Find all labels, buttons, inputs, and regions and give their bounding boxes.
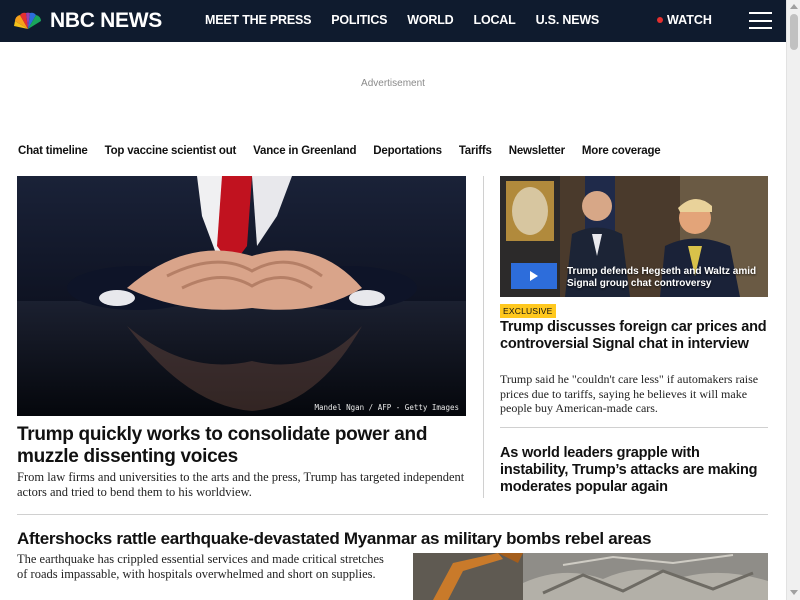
myanmar-description: The earthquake has crippled essential se… bbox=[17, 552, 384, 581]
hamburger-menu-icon[interactable] bbox=[749, 12, 772, 29]
nav-us-news[interactable]: U.S. NEWS bbox=[536, 13, 600, 27]
lead-description: From law firms and universities to the a… bbox=[17, 470, 465, 499]
image-credit: Mandel Ngan / AFP - Getty Images bbox=[314, 403, 460, 412]
column-divider bbox=[483, 176, 484, 498]
nav-politics[interactable]: POLITICS bbox=[331, 13, 387, 27]
right-story-2-headline[interactable]: As world leaders grapple with instabilit… bbox=[500, 445, 768, 496]
watch-link[interactable]: WATCH bbox=[657, 13, 712, 27]
play-button[interactable] bbox=[511, 263, 557, 289]
menu-line bbox=[749, 19, 772, 22]
nav-world[interactable]: WORLD bbox=[407, 13, 453, 27]
topic-tariffs[interactable]: Tariffs bbox=[459, 145, 492, 157]
topic-deportations[interactable]: Deportations bbox=[373, 145, 442, 157]
play-icon bbox=[530, 271, 538, 281]
topic-vance-greenland[interactable]: Vance in Greenland bbox=[253, 145, 356, 157]
right-story-headline[interactable]: Trump discusses foreign car prices and c… bbox=[500, 319, 768, 353]
lead-story-image[interactable]: Mandel Ngan / AFP - Getty Images bbox=[17, 176, 466, 416]
scroll-up-arrow-icon[interactable] bbox=[790, 4, 798, 9]
nav-local[interactable]: LOCAL bbox=[474, 13, 516, 27]
live-dot-icon bbox=[657, 17, 663, 23]
topic-vaccine-scientist[interactable]: Top vaccine scientist out bbox=[105, 145, 237, 157]
scroll-thumb[interactable] bbox=[790, 14, 798, 50]
logo-text: NBC NEWS bbox=[50, 9, 162, 32]
trending-topics-bar: Chat timeline Top vaccine scientist out … bbox=[18, 145, 677, 157]
topic-chat-timeline[interactable]: Chat timeline bbox=[18, 145, 88, 157]
menu-line bbox=[749, 27, 772, 29]
rubble-photo-illustration bbox=[413, 553, 768, 600]
watch-label: WATCH bbox=[667, 13, 712, 27]
myanmar-story-image[interactable] bbox=[413, 553, 768, 600]
video-caption: Trump defends Hegseth and Waltz amid Sig… bbox=[567, 266, 757, 289]
right-column-divider bbox=[500, 427, 768, 428]
advertisement-label: Advertisement bbox=[361, 78, 425, 89]
peacock-icon bbox=[14, 12, 42, 29]
scroll-down-arrow-icon[interactable] bbox=[790, 590, 798, 595]
video-thumbnail[interactable]: Trump defends Hegseth and Waltz amid Sig… bbox=[500, 176, 768, 297]
topic-newsletter[interactable]: Newsletter bbox=[509, 145, 565, 157]
main-nav: MEET THE PRESS POLITICS WORLD LOCAL U.S.… bbox=[205, 13, 619, 27]
myanmar-headline[interactable]: Aftershocks rattle earthquake-devastated… bbox=[17, 529, 777, 549]
exclusive-badge: EXCLUSIVE bbox=[500, 304, 556, 318]
nbc-news-logo[interactable]: NBC NEWS bbox=[12, 8, 162, 34]
lead-photo-illustration bbox=[17, 176, 466, 416]
menu-line bbox=[749, 12, 772, 14]
page-scrollbar[interactable] bbox=[786, 0, 800, 600]
nav-meet-the-press[interactable]: MEET THE PRESS bbox=[205, 13, 311, 27]
topic-more-coverage[interactable]: More coverage bbox=[582, 145, 661, 157]
lead-headline[interactable]: Trump quickly works to consolidate power… bbox=[17, 424, 467, 468]
section-divider bbox=[17, 514, 768, 515]
right-story-description: Trump said he "couldn't care less" if au… bbox=[500, 372, 759, 415]
site-header: NBC NEWS MEET THE PRESS POLITICS WORLD L… bbox=[0, 0, 786, 42]
